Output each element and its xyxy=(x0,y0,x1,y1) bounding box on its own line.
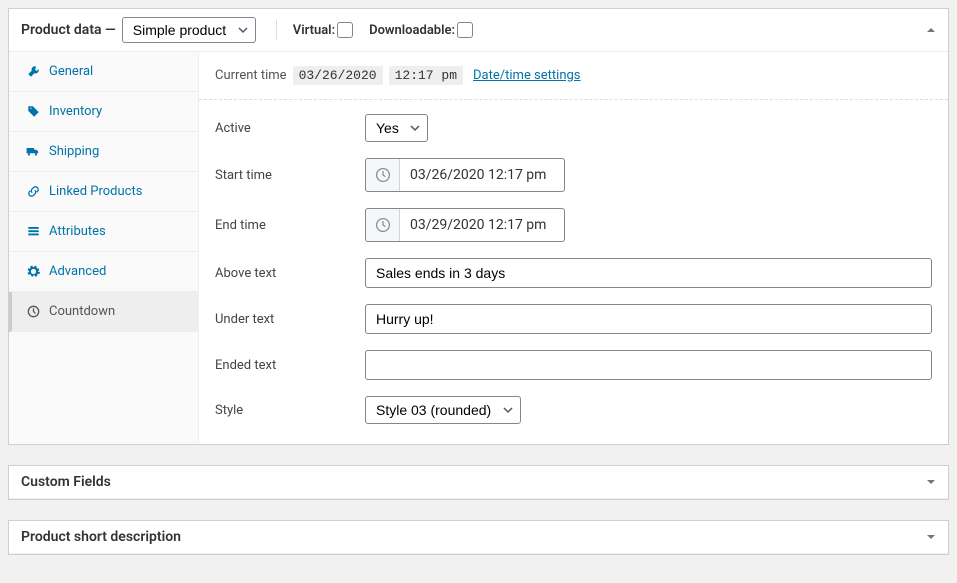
virtual-checkbox-label[interactable]: Virtual: xyxy=(293,22,353,38)
short-description-title: Product short description xyxy=(21,529,181,545)
above-text-input[interactable] xyxy=(365,258,932,288)
end-time-input[interactable]: 03/29/2020 12:17 pm xyxy=(365,208,565,242)
short-description-header[interactable]: Product short description xyxy=(9,521,948,554)
truck-icon xyxy=(26,145,40,158)
tab-shipping[interactable]: Shipping xyxy=(9,132,198,172)
product-data-title: Product data — xyxy=(21,22,116,38)
clock-icon xyxy=(366,209,400,241)
custom-fields-header[interactable]: Custom Fields xyxy=(9,466,948,499)
wrench-icon xyxy=(26,65,40,78)
collapse-panel-toggle[interactable] xyxy=(926,477,936,487)
product-type-select[interactable]: Simple product xyxy=(122,17,256,43)
active-select[interactable]: Yes xyxy=(365,114,428,142)
start-time-value: 03/26/2020 12:17 pm xyxy=(400,167,556,183)
tab-linked-products[interactable]: Linked Products xyxy=(9,172,198,212)
end-time-label: End time xyxy=(215,218,365,233)
start-time-input[interactable]: 03/26/2020 12:17 pm xyxy=(365,158,565,192)
virtual-checkbox[interactable] xyxy=(337,22,353,38)
ended-text-label: Ended text xyxy=(215,358,365,373)
product-data-panel: Product data — Simple product Virtual: D… xyxy=(8,8,949,445)
product-data-header: Product data — Simple product Virtual: D… xyxy=(9,9,948,52)
collapse-panel-toggle[interactable] xyxy=(926,532,936,542)
start-time-label: Start time xyxy=(215,168,365,183)
tab-inventory[interactable]: Inventory xyxy=(9,92,198,132)
style-select[interactable]: Style 03 (rounded) xyxy=(365,396,521,424)
product-data-tabs: General Inventory Shipping Linked Produc… xyxy=(9,52,199,444)
downloadable-checkbox[interactable] xyxy=(457,22,473,38)
short-description-panel: Product short description xyxy=(8,520,949,555)
active-label: Active xyxy=(215,121,365,136)
tag-icon xyxy=(26,105,40,118)
gear-icon xyxy=(26,265,40,278)
tab-advanced[interactable]: Advanced xyxy=(9,252,198,292)
end-time-value: 03/29/2020 12:17 pm xyxy=(400,217,556,233)
above-text-label: Above text xyxy=(215,266,365,281)
tab-general[interactable]: General xyxy=(9,52,198,92)
clock-icon xyxy=(26,305,40,318)
current-time-label: Current time xyxy=(215,68,287,83)
list-icon xyxy=(26,225,40,238)
custom-fields-title: Custom Fields xyxy=(21,474,111,490)
current-date-value: 03/26/2020 xyxy=(293,66,383,85)
clock-icon xyxy=(366,159,400,191)
product-data-body: General Inventory Shipping Linked Produc… xyxy=(9,52,948,444)
tab-countdown[interactable]: Countdown xyxy=(9,292,198,332)
countdown-form: Current time 03/26/2020 12:17 pm Date/ti… xyxy=(199,52,948,444)
current-time-value: 12:17 pm xyxy=(389,66,463,85)
ended-text-input[interactable] xyxy=(365,350,932,380)
tab-attributes[interactable]: Attributes xyxy=(9,212,198,252)
custom-fields-panel: Custom Fields xyxy=(8,465,949,500)
link-icon xyxy=(26,185,40,198)
datetime-settings-link[interactable]: Date/time settings xyxy=(473,68,581,83)
collapse-panel-toggle[interactable] xyxy=(926,25,936,35)
under-text-input[interactable] xyxy=(365,304,932,334)
current-time-row: Current time 03/26/2020 12:17 pm Date/ti… xyxy=(199,52,948,100)
divider xyxy=(276,20,277,40)
downloadable-checkbox-label[interactable]: Downloadable: xyxy=(369,22,473,38)
under-text-label: Under text xyxy=(215,312,365,327)
style-label: Style xyxy=(215,403,365,418)
